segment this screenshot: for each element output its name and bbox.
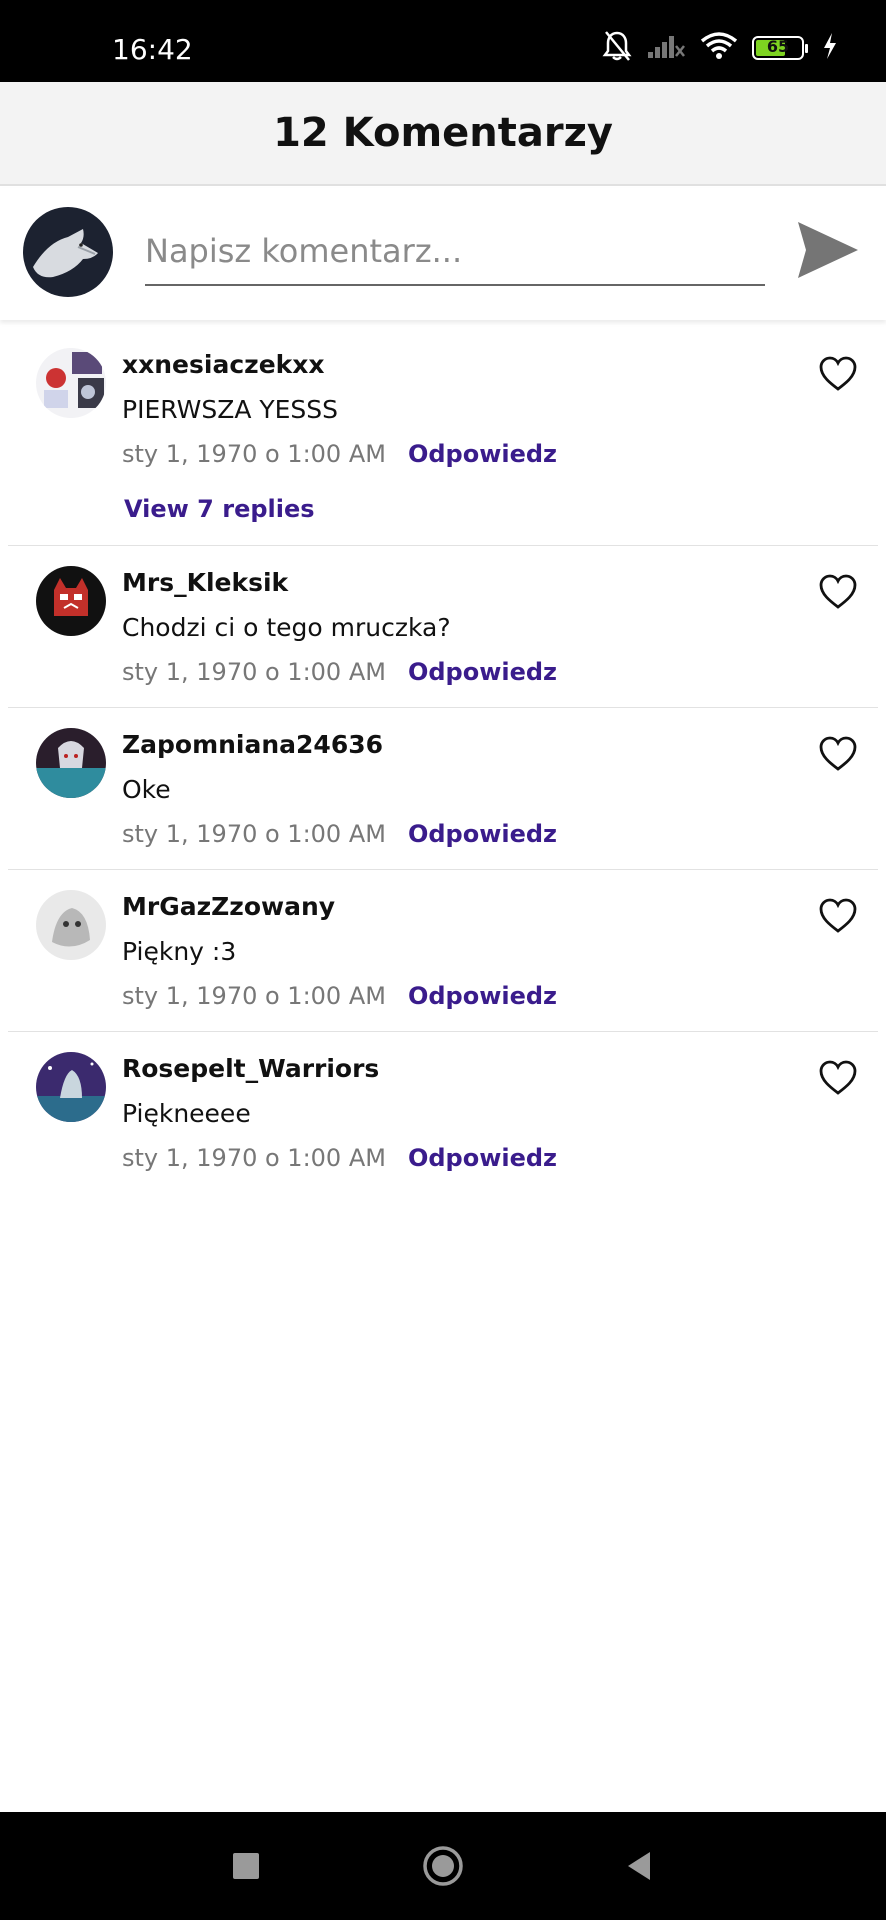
heart-icon (819, 1060, 857, 1095)
comment-composer (0, 188, 886, 320)
comment-author[interactable]: MrGazZzowany (122, 892, 335, 921)
recents-square-icon (233, 1853, 259, 1879)
heart-icon (819, 736, 857, 771)
comment-meta: sty 1, 1970 o 1:00 AM Odpowiedz (122, 658, 557, 686)
avatar[interactable] (36, 566, 106, 636)
list-item: Zapomniana24636 Oke sty 1, 1970 o 1:00 A… (8, 708, 878, 870)
comment-date: sty 1, 1970 o 1:00 AM (122, 1144, 386, 1172)
comment-author[interactable]: Rosepelt_Warriors (122, 1054, 379, 1083)
view-replies-button[interactable]: View 7 replies (124, 495, 315, 523)
reply-button[interactable]: Odpowiedz (408, 1144, 557, 1172)
comment-meta: sty 1, 1970 o 1:00 AM Odpowiedz (122, 820, 557, 848)
home-circle-icon (423, 1846, 463, 1886)
like-button[interactable] (818, 356, 858, 392)
comment-date: sty 1, 1970 o 1:00 AM (122, 440, 386, 468)
recents-button[interactable] (224, 1844, 268, 1888)
reply-button[interactable]: Odpowiedz (408, 820, 557, 848)
like-button[interactable] (818, 736, 858, 772)
comment-meta: sty 1, 1970 o 1:00 AM Odpowiedz (122, 982, 557, 1010)
like-button[interactable] (818, 574, 858, 610)
send-icon (798, 222, 858, 278)
heart-icon (819, 898, 857, 933)
reply-button[interactable]: Odpowiedz (408, 658, 557, 686)
wifi-icon (700, 31, 738, 65)
comment-author[interactable]: xxnesiaczekxx (122, 350, 325, 379)
page-title: 12 Komentarzy (273, 110, 613, 156)
comment-date: sty 1, 1970 o 1:00 AM (122, 982, 386, 1010)
like-button[interactable] (818, 1060, 858, 1096)
list-item: Mrs_Kleksik Chodzi ci o tego mruczka? st… (8, 546, 878, 708)
list-item: xxnesiaczekxx PIERWSZA YESSS sty 1, 1970… (8, 328, 878, 546)
avatar[interactable] (36, 348, 106, 418)
status-bar: 16:42 65 (0, 0, 886, 82)
back-button[interactable] (618, 1844, 662, 1888)
comment-text: Oke (122, 775, 171, 804)
comment-text: PIERWSZA YESSS (122, 395, 339, 424)
comment-meta: sty 1, 1970 o 1:00 AM Odpowiedz (122, 1144, 557, 1172)
back-triangle-icon (628, 1852, 650, 1880)
heart-icon (819, 356, 857, 391)
comment-author[interactable]: Mrs_Kleksik (122, 568, 288, 597)
list-item: Rosepelt_Warriors Piękneeee sty 1, 1970 … (8, 1032, 878, 1194)
comment-input[interactable] (145, 218, 765, 286)
status-icons: 65 (602, 30, 838, 66)
comment-text: Chodzi ci o tego mruczka? (122, 613, 451, 642)
comment-text: Piękneeee (122, 1099, 251, 1128)
comment-text: Piękny :3 (122, 937, 237, 966)
charging-icon (822, 32, 838, 65)
comments-list: xxnesiaczekxx PIERWSZA YESSS sty 1, 1970… (8, 328, 878, 1194)
avatar[interactable] (36, 1052, 106, 1122)
bell-off-icon (602, 30, 632, 67)
avatar (23, 207, 113, 297)
send-button[interactable] (796, 218, 860, 282)
reply-button[interactable]: Odpowiedz (408, 440, 557, 468)
system-nav-bar (0, 1812, 886, 1920)
list-item: MrGazZzowany Piękny :3 sty 1, 1970 o 1:0… (8, 870, 878, 1032)
reply-button[interactable]: Odpowiedz (408, 982, 557, 1010)
status-time: 16:42 (112, 33, 193, 66)
signal-off-icon (646, 32, 686, 65)
battery-level: 65 (766, 37, 790, 56)
home-button[interactable] (421, 1844, 465, 1888)
header: 12 Komentarzy (0, 82, 886, 186)
battery-icon: 65 (752, 36, 808, 60)
comment-date: sty 1, 1970 o 1:00 AM (122, 820, 386, 848)
avatar[interactable] (36, 728, 106, 798)
comment-date: sty 1, 1970 o 1:00 AM (122, 658, 386, 686)
heart-icon (819, 574, 857, 609)
comment-author[interactable]: Zapomniana24636 (122, 730, 383, 759)
comment-meta: sty 1, 1970 o 1:00 AM Odpowiedz (122, 440, 557, 468)
avatar[interactable] (36, 890, 106, 960)
like-button[interactable] (818, 898, 858, 934)
